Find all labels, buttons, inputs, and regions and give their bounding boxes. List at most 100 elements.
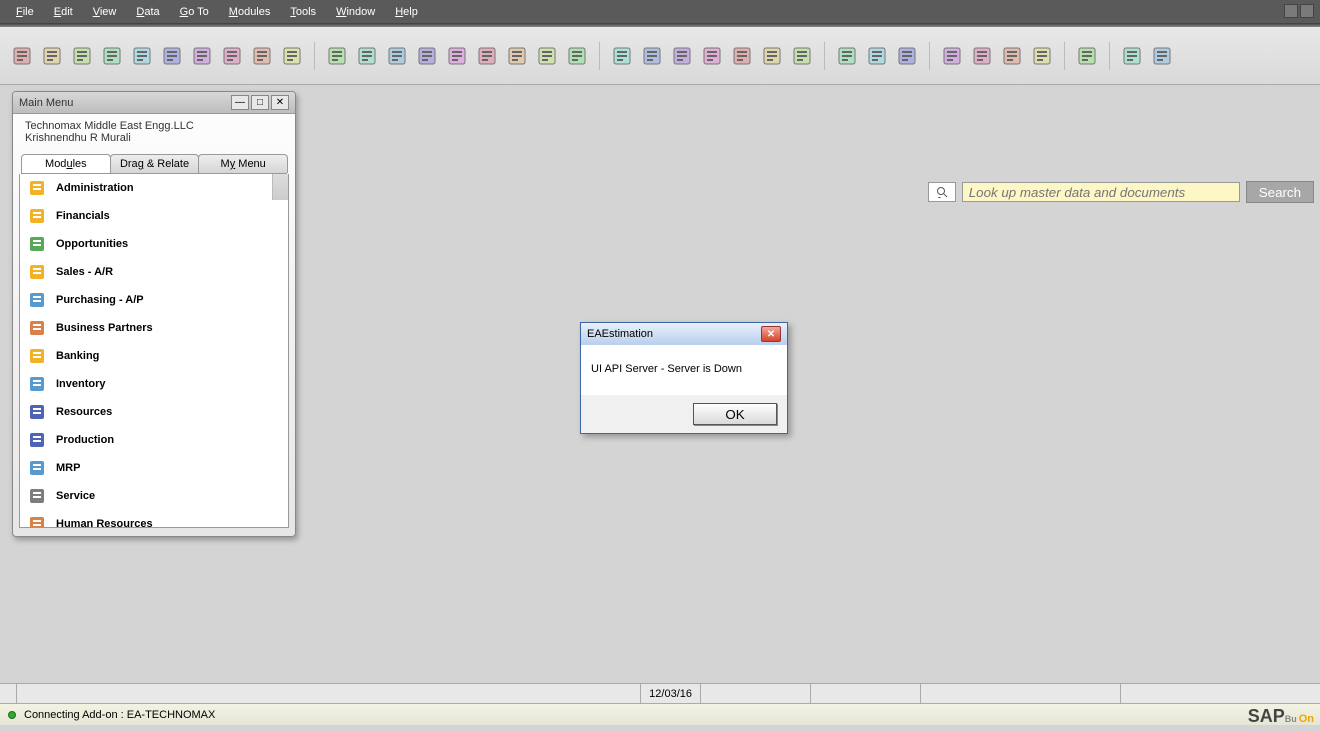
- service-icon: [28, 487, 46, 505]
- print-icon[interactable]: [40, 44, 64, 68]
- search-area: Search: [928, 181, 1314, 203]
- message-icon[interactable]: [970, 44, 994, 68]
- menu-data[interactable]: Data: [128, 4, 167, 20]
- company-name: Technomax Middle East Engg.LLC: [19, 118, 289, 132]
- module-inventory[interactable]: Inventory: [20, 370, 288, 398]
- search-type-dropdown[interactable]: [928, 182, 956, 202]
- gross-profit-icon[interactable]: [700, 44, 724, 68]
- module-label: Banking: [56, 350, 99, 362]
- module-production[interactable]: Production: [20, 426, 288, 454]
- panel-tabs: ModulesDrag & RelateMy Menu: [21, 154, 287, 174]
- toolbar: [0, 27, 1320, 85]
- alert-icon[interactable]: [940, 44, 964, 68]
- menu-help[interactable]: Help: [387, 4, 426, 20]
- email-icon[interactable]: [70, 44, 94, 68]
- add-icon[interactable]: [865, 44, 889, 68]
- module-purchasing-a-p[interactable]: Purchasing - A/P: [20, 286, 288, 314]
- tab-modules[interactable]: Modules: [21, 154, 111, 173]
- restore-button[interactable]: [1300, 4, 1314, 18]
- query-icon[interactable]: [790, 44, 814, 68]
- excel-icon[interactable]: [160, 44, 184, 68]
- module-opportunities[interactable]: Opportunities: [20, 230, 288, 258]
- module-label: Purchasing - A/P: [56, 294, 144, 306]
- module-service[interactable]: Service: [20, 482, 288, 510]
- scrollbar[interactable]: [272, 174, 288, 200]
- production-icon: [28, 431, 46, 449]
- fax-icon[interactable]: [130, 44, 154, 68]
- next-record-icon[interactable]: [445, 44, 469, 68]
- word-icon[interactable]: [190, 44, 214, 68]
- search-button[interactable]: Search: [1246, 181, 1314, 203]
- module-banking[interactable]: Banking: [20, 342, 288, 370]
- tab-drag-relate[interactable]: Drag & Relate: [110, 154, 200, 173]
- status-addon: Connecting Add-on : EA-TECHNOMAX: [24, 709, 215, 721]
- module-label: Sales - A/R: [56, 266, 113, 278]
- financials-icon: [28, 207, 46, 225]
- module-administration[interactable]: Administration: [20, 174, 288, 202]
- menu-tools[interactable]: Tools: [282, 4, 324, 20]
- dialog-message: UI API Server - Server is Down: [581, 345, 787, 395]
- sort-icon[interactable]: [565, 44, 589, 68]
- edit-icon[interactable]: [835, 44, 859, 68]
- prev-record-icon[interactable]: [415, 44, 439, 68]
- base-doc-icon[interactable]: [610, 44, 634, 68]
- error-dialog: EAEstimation ✕ UI API Server - Server is…: [580, 322, 788, 434]
- tab-my-menu[interactable]: My Menu: [198, 154, 288, 173]
- module-label: Human Resources: [56, 518, 153, 528]
- payment-means-icon[interactable]: [670, 44, 694, 68]
- window-controls: [1284, 4, 1314, 18]
- module-list: AdministrationFinancialsOpportunities Sal…: [19, 174, 289, 528]
- module-human-resources[interactable]: Human Resources: [20, 510, 288, 528]
- menu-view[interactable]: View: [85, 4, 125, 20]
- module-resources[interactable]: Resources: [20, 398, 288, 426]
- dialog-close-button[interactable]: ✕: [761, 326, 781, 342]
- export-icon[interactable]: [250, 44, 274, 68]
- menu-file[interactable]: File: [8, 4, 42, 20]
- dialog-ok-button[interactable]: OK: [693, 403, 777, 425]
- panel-minimize-button[interactable]: —: [231, 95, 249, 110]
- dialog-titlebar[interactable]: EAEstimation ✕: [581, 323, 787, 345]
- module-financials[interactable]: Financials: [20, 202, 288, 230]
- dialog-title: EAEstimation: [587, 328, 653, 340]
- banking-icon: [28, 347, 46, 365]
- resources-icon: [28, 403, 46, 421]
- volume-icon[interactable]: [730, 44, 754, 68]
- minimize-button[interactable]: [1284, 4, 1298, 18]
- refresh-icon[interactable]: [505, 44, 529, 68]
- panel-close-button[interactable]: ✕: [271, 95, 289, 110]
- module-business-partners[interactable]: Business Partners: [20, 314, 288, 342]
- help-icon[interactable]: [1075, 44, 1099, 68]
- find-icon[interactable]: [325, 44, 349, 68]
- module-sales-a-r[interactable]: Sales - A/R: [20, 258, 288, 286]
- lock-icon[interactable]: [280, 44, 304, 68]
- layout-icon[interactable]: [760, 44, 784, 68]
- opportunities-icon: [28, 235, 46, 253]
- preview-icon[interactable]: [10, 44, 34, 68]
- panel-titlebar[interactable]: Main Menu — □ ✕: [13, 92, 295, 114]
- menu-edit[interactable]: Edit: [46, 4, 81, 20]
- calendar-icon[interactable]: [1000, 44, 1024, 68]
- branches-icon[interactable]: [1030, 44, 1054, 68]
- search-input[interactable]: [962, 182, 1240, 202]
- ref-icon[interactable]: [1150, 44, 1174, 68]
- form-settings-icon[interactable]: [355, 44, 379, 68]
- cancel-icon[interactable]: [895, 44, 919, 68]
- first-record-icon[interactable]: [385, 44, 409, 68]
- target-doc-icon[interactable]: [640, 44, 664, 68]
- status-date: 12/03/16: [640, 684, 700, 703]
- last-record-icon[interactable]: [475, 44, 499, 68]
- filter-icon[interactable]: [535, 44, 559, 68]
- link-icon[interactable]: [1120, 44, 1144, 68]
- menu-window[interactable]: Window: [328, 4, 383, 20]
- pdf-icon[interactable]: [220, 44, 244, 68]
- menu-modules[interactable]: Modules: [221, 4, 279, 20]
- main-menu-panel: Main Menu — □ ✕ Technomax Middle East En…: [12, 91, 296, 537]
- search-icon: [936, 186, 948, 198]
- sales-icon: [28, 263, 46, 281]
- sms-icon[interactable]: [100, 44, 124, 68]
- mrp-icon: [28, 459, 46, 477]
- panel-maximize-button[interactable]: □: [251, 95, 269, 110]
- module-mrp[interactable]: MRP: [20, 454, 288, 482]
- partners-icon: [28, 319, 46, 337]
- menu-go-to[interactable]: Go To: [172, 4, 217, 20]
